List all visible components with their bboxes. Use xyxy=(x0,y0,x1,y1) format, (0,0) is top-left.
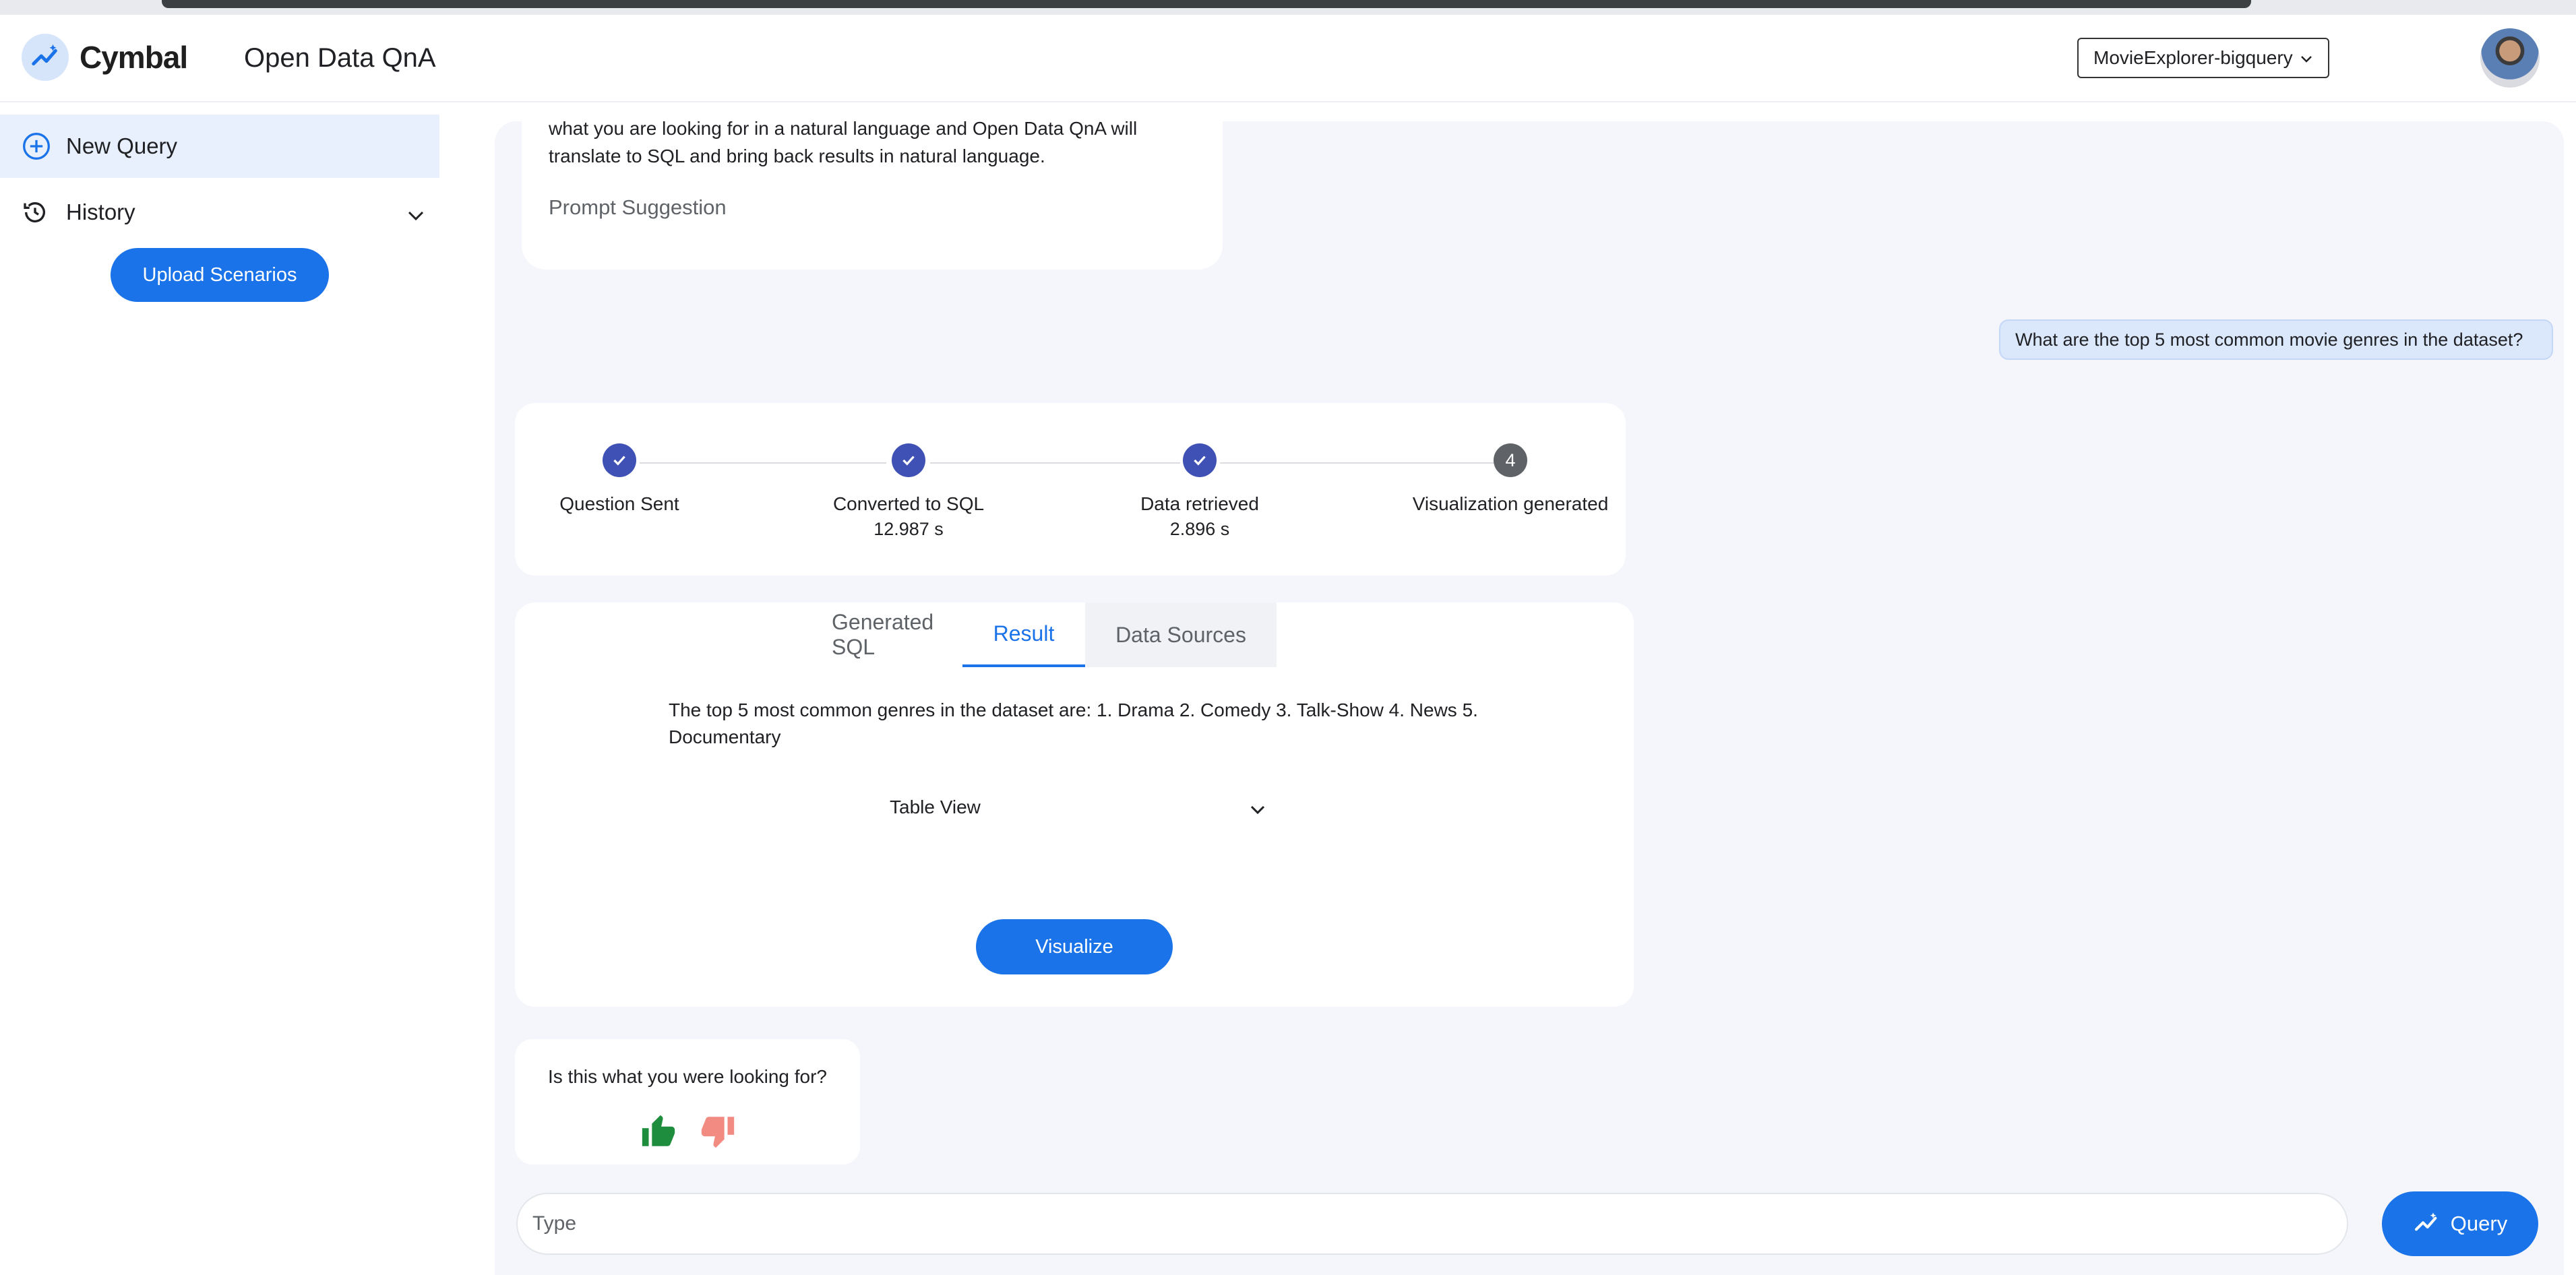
step-data-retrieved: Data retrieved 2.896 s xyxy=(1099,443,1301,540)
result-answer-text: The top 5 most common genres in the data… xyxy=(669,699,1478,747)
welcome-text: what you are looking for in a natural la… xyxy=(549,118,1138,166)
chevron-down-icon xyxy=(1248,799,1267,821)
query-button-label: Query xyxy=(2450,1212,2508,1235)
view-mode-select[interactable]: Table View xyxy=(890,797,1267,828)
sidebar-item-label: New Query xyxy=(66,133,178,158)
step-question-sent: Question Sent xyxy=(518,443,720,515)
thumbs-up-icon[interactable] xyxy=(638,1112,679,1154)
upload-scenarios-button[interactable]: Upload Scenarios xyxy=(111,248,329,302)
chat-panel: what you are looking for in a natural la… xyxy=(495,108,2564,1275)
sidebar-item-new-query[interactable]: New Query xyxy=(0,115,439,178)
user-message-bubble: What are the top 5 most common movie gen… xyxy=(1999,319,2553,360)
sidebar-item-label: History xyxy=(66,199,135,224)
brand-logo[interactable]: Cymbal xyxy=(22,34,188,81)
feedback-buttons xyxy=(638,1112,739,1154)
progress-stepper: Question Sent Converted to SQL 12.987 s … xyxy=(515,403,1626,576)
datasource-select[interactable]: MovieExplorer-bigquery xyxy=(2077,38,2329,78)
visualize-button[interactable]: Visualize xyxy=(976,919,1173,974)
app-header: Cymbal Open Data QnA MovieExplorer-bigqu… xyxy=(0,15,2576,102)
prompt-suggestion-link[interactable]: Prompt Suggestion xyxy=(549,195,727,220)
chevron-down-icon[interactable] xyxy=(406,202,426,228)
feedback-card: Is this what you were looking for? xyxy=(515,1039,860,1164)
datasource-select-value: MovieExplorer-bigquery xyxy=(2093,47,2293,68)
brand-name: Cymbal xyxy=(80,40,188,75)
step-label: Data retrieved xyxy=(1140,493,1259,514)
thumbs-down-icon[interactable] xyxy=(697,1112,739,1154)
tab-result[interactable]: Result xyxy=(962,602,1085,667)
query-input-box[interactable] xyxy=(516,1193,2348,1255)
page-title: Open Data QnA xyxy=(244,43,436,73)
view-mode-value: Table View xyxy=(890,797,981,817)
sidebar: New Query History Upload Scenarios xyxy=(0,102,495,1275)
welcome-card: what you are looking for in a natural la… xyxy=(522,108,1223,270)
result-card: Generated SQL Result Data Sources The to… xyxy=(515,602,1634,1007)
check-icon xyxy=(892,443,925,477)
step-time: 12.987 s xyxy=(873,519,944,539)
add-circle-icon xyxy=(22,131,51,161)
query-submit-button[interactable]: Query xyxy=(2382,1191,2538,1256)
browser-bar xyxy=(162,0,2251,8)
step-label: Converted to SQL xyxy=(832,493,985,514)
brand-sparkle-chart-icon xyxy=(22,34,69,81)
sparkle-chart-icon xyxy=(2413,1210,2440,1237)
sidebar-item-history[interactable]: History xyxy=(0,182,439,243)
step-time: 2.896 s xyxy=(1169,519,1230,539)
check-icon xyxy=(603,443,636,477)
query-input[interactable] xyxy=(532,1212,2347,1235)
step-number: 4 xyxy=(1494,443,1527,477)
check-icon xyxy=(1183,443,1217,477)
step-label: Question Sent xyxy=(559,493,679,514)
step-visualization: 4 Visualization generated xyxy=(1409,443,1612,515)
user-avatar[interactable] xyxy=(2480,28,2540,88)
tab-generated-sql[interactable]: Generated SQL xyxy=(832,602,954,667)
result-tabs: Generated SQL Result Data Sources xyxy=(832,602,1277,667)
history-icon xyxy=(22,199,49,226)
feedback-question: Is this what you were looking for? xyxy=(548,1066,827,1087)
chevron-down-icon xyxy=(2300,47,2313,69)
tab-data-sources[interactable]: Data Sources xyxy=(1085,602,1277,667)
step-converted-sql: Converted to SQL 12.987 s xyxy=(807,443,1010,540)
browser-top-strip xyxy=(0,0,2576,15)
step-label: Visualization generated xyxy=(1412,493,1609,514)
